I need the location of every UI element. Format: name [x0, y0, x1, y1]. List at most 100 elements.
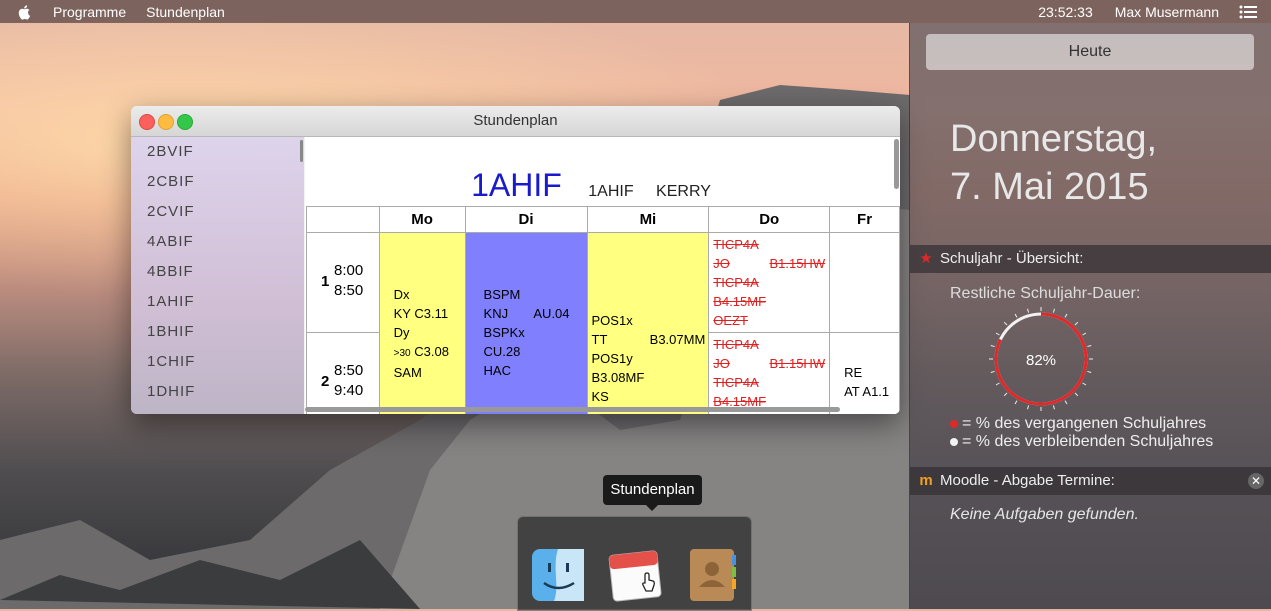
timetable-horizontal-scrollbar[interactable]: [305, 407, 840, 412]
class-list-item[interactable]: 4BBIF: [131, 257, 304, 287]
timetable-header-row: Mo Di Mi Do Fr: [306, 206, 900, 233]
window-title: Stundenplan: [473, 112, 558, 129]
white-dot-icon: [950, 438, 958, 446]
gauge-percent: 82%: [1026, 352, 1056, 369]
lesson-text: HAC: [483, 363, 511, 378]
moodle-icon: m: [919, 472, 933, 489]
dock: [517, 516, 752, 611]
menu-programme[interactable]: Programme: [53, 4, 126, 20]
class-list-item[interactable]: 1BHIF: [131, 317, 304, 347]
class-list-item[interactable]: 1DHIF: [131, 377, 304, 407]
hour-end: 9:40: [334, 382, 364, 399]
today-button[interactable]: Heute: [926, 34, 1254, 70]
menu-stundenplan[interactable]: Stundenplan: [146, 4, 225, 20]
gauge-tick: [1082, 332, 1087, 336]
menu-user[interactable]: Max Musermann: [1115, 4, 1219, 20]
lesson-text: TT: [591, 332, 608, 347]
apple-icon[interactable]: [17, 4, 33, 20]
lesson-text: BSPKx: [483, 325, 525, 340]
calendar-icon[interactable]: [607, 547, 663, 603]
class-teacher: KERRY: [656, 183, 711, 200]
hour-end: 8:50: [334, 282, 364, 299]
close-window-button[interactable]: [139, 114, 155, 130]
gauge-tick: [990, 370, 995, 373]
lesson-text: KNJ: [483, 306, 509, 321]
contacts-icon[interactable]: [684, 547, 740, 603]
day-header: Mo: [378, 206, 466, 233]
class-list-item[interactable]: 4ABIF: [131, 227, 304, 257]
minimize-window-button[interactable]: [158, 114, 174, 130]
gauge-tick: [1014, 400, 1018, 405]
gauge-tick: [1027, 308, 1030, 313]
gauge-tick: [1052, 405, 1055, 410]
lesson-cell-do[interactable]: TICP4A JO B1.15HW TICP4A B4.15MF: [708, 332, 831, 414]
menu-bar: Programme Stundenplan 23:52:33 Max Muser…: [0, 0, 1271, 23]
gauge-tick: [1014, 313, 1018, 318]
lesson-cell-mo[interactable]: Dx KY C3.11 Dy >30 C3.08 SAM: [378, 232, 466, 414]
finder-icon[interactable]: [530, 547, 586, 603]
gauge-tick: [1064, 313, 1068, 318]
timetable-view: 1AHIF 1AHIF KERRY Mo Di Mi Do Fr 1 8:00 8…: [305, 137, 900, 414]
sidebar-scrollbar[interactable]: [300, 140, 303, 162]
cancelled-lesson: TICP4A: [713, 237, 759, 252]
lesson-cell-mi[interactable]: POS1x TT B3.07MM POS1y B3.08MF KS: [586, 232, 710, 414]
lesson-cell-do[interactable]: TICP4A JO B1.15HW TICP4A B4.15MF OEZT: [708, 232, 831, 333]
lesson-text: B3.08MF: [591, 370, 645, 385]
day-header: Mi: [586, 206, 710, 233]
window-titlebar[interactable]: Stundenplan: [131, 106, 900, 137]
lesson-text: AT A1.1: [844, 384, 890, 399]
lesson-text: SAM: [393, 365, 422, 380]
zoom-window-button[interactable]: [177, 114, 193, 130]
lesson-cell-fr[interactable]: [829, 232, 900, 333]
hour-start: 8:00: [334, 262, 364, 279]
hour-number: 1: [321, 273, 330, 290]
class-list-item[interactable]: 1AHIF: [131, 287, 304, 317]
cancelled-lesson: TICP4A: [713, 375, 759, 390]
legend-remaining: = % des verbleibenden Schuljahres: [950, 433, 1213, 451]
notification-center-icon[interactable]: [1239, 5, 1257, 19]
class-list-item[interactable]: 2CVIF: [131, 197, 304, 227]
gauge-tick: [1052, 308, 1055, 313]
lesson-text: KS: [591, 389, 609, 404]
dock-tooltip: Stundenplan: [603, 475, 702, 511]
lesson-cell-fr[interactable]: RE AT A1.1: [829, 332, 900, 414]
gauge-tick: [1074, 392, 1079, 397]
star-icon: ★: [919, 250, 933, 267]
timetable-vertical-scrollbar[interactable]: [894, 139, 899, 189]
gauge-tick: [1027, 405, 1030, 410]
gauge-tick: [1082, 382, 1087, 386]
class-list-item[interactable]: 2BVIF: [131, 137, 304, 167]
moodle-widget-header[interactable]: m Moodle - Abgabe Termine: ✕: [910, 467, 1271, 495]
gauge-tick: [1087, 345, 1092, 348]
notification-panel: Heute Donnerstag, 7. Mai 2015 ★ Schuljahr…: [909, 23, 1271, 609]
cancelled-lesson: B1.15HW: [769, 256, 826, 271]
legend-past-text: = % des vergangenen Schuljahres: [962, 415, 1207, 432]
menu-clock[interactable]: 23:52:33: [1038, 4, 1093, 20]
moodle-title: Moodle - Abgabe Termine:: [940, 472, 1115, 489]
progress-gauge: 82%: [989, 307, 1093, 411]
lesson-text: RE: [844, 365, 863, 380]
schoolyear-widget-header[interactable]: ★ Schuljahr - Übersicht:: [910, 245, 1271, 273]
table-row: 1 8:00 8:50 Dx KY C3.11 Dy >30 C3.08 SAM …: [306, 232, 900, 414]
timetable: Mo Di Mi Do Fr 1 8:00 8:50 Dx KY C3.11 Dy…: [306, 206, 900, 414]
class-list-item[interactable]: 2CBIF: [131, 167, 304, 197]
cancelled-lesson: JO: [713, 356, 730, 371]
close-icon[interactable]: ✕: [1248, 473, 1264, 489]
schoolyear-title: Schuljahr - Übersicht:: [940, 250, 1084, 267]
lesson-text: POS1x: [591, 313, 633, 328]
lesson-text: KY C3.11: [393, 306, 449, 321]
lesson-text: Dy: [393, 325, 410, 340]
corner-cell: [306, 206, 380, 233]
lesson-text: AU.04: [533, 306, 570, 321]
day-header: Di: [464, 206, 588, 233]
lesson-text: CU.28: [483, 344, 521, 359]
class-list-sidebar: 2BVIF 2CBIF 2CVIF 4ABIF 4BBIF 1AHIF 1BHI…: [131, 137, 304, 414]
class-list-item[interactable]: 1CHIF: [131, 347, 304, 377]
gauge-tick: [1074, 321, 1079, 326]
day-header: Fr: [829, 206, 900, 233]
cancelled-lesson: B1.15HW: [769, 356, 826, 371]
stundenplan-window: Stundenplan 2BVIF 2CBIF 2CVIF 4ABIF 4BBI…: [131, 106, 900, 414]
legend-past: = % des vergangenen Schuljahres: [950, 415, 1206, 433]
lesson-cell-di[interactable]: BSPM KNJ AU.04 BSPKx CU.28 HAC: [464, 232, 588, 414]
lesson-text: POS1y: [591, 351, 633, 366]
